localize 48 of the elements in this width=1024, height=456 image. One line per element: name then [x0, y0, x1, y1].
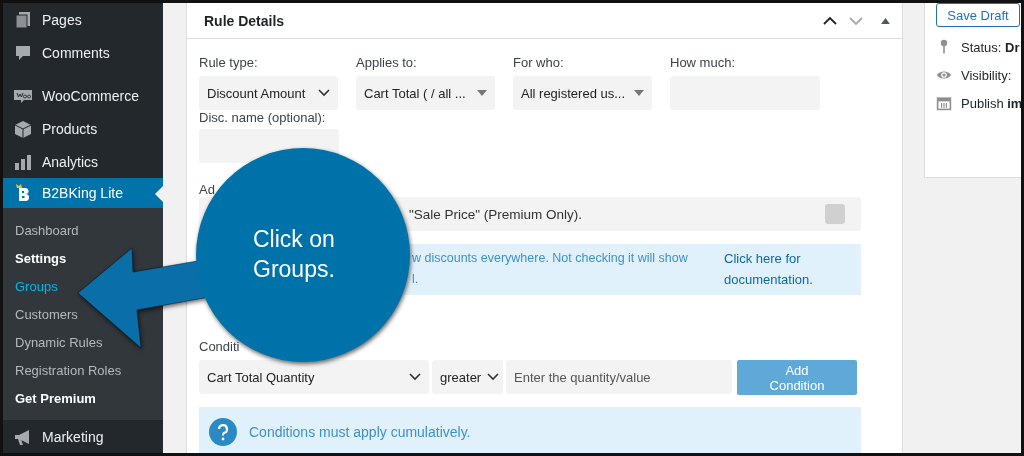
menu-item[interactable]: Marketing	[3, 420, 163, 453]
menu-item[interactable]: Analytics	[3, 145, 163, 178]
info-text: l.	[412, 271, 420, 288]
menu-item[interactable]: B2BKing Lite	[3, 177, 163, 209]
select-field[interactable]: Discount Amount	[199, 76, 338, 110]
chevron-up-icon[interactable]	[823, 15, 837, 26]
input-field[interactable]: Enter the quantity/value	[506, 360, 732, 394]
field-label: Rule type:	[199, 55, 258, 70]
chevron-down-icon	[409, 373, 421, 381]
menu-item[interactable]: WooCommerce	[3, 80, 163, 113]
chevron-down-icon	[487, 373, 500, 381]
submenu-item[interactable]: Dashboard	[3, 217, 163, 246]
callout-text: Click on Groups.	[253, 225, 336, 284]
select-field[interactable]: Cart Total ( / all ...	[356, 76, 495, 110]
menu-item[interactable]: Pages	[3, 4, 163, 37]
submenu-item[interactable]: Dynamic Rules	[3, 329, 163, 358]
status-text: Status: Dr	[961, 39, 1020, 55]
field-label: For who:	[513, 55, 564, 70]
collapse-triangle-icon[interactable]	[881, 17, 890, 24]
select-field[interactable]: All registered us...	[513, 76, 652, 110]
pages-icon	[13, 10, 33, 31]
submenu-item[interactable]: Registration Roles	[3, 357, 163, 386]
info-text: w discounts everywhere. Not checking it will show	[412, 250, 689, 267]
option-text: "Sale Price" (Premium Only).	[409, 206, 583, 222]
submenu-item[interactable]: Get Premium	[3, 385, 163, 414]
field-label: Disc. name (optional):	[199, 110, 326, 125]
menu-item[interactable]: Comments	[3, 36, 163, 70]
field-label: Conditi	[199, 339, 240, 354]
field-label: Applies to:	[356, 55, 417, 70]
panel-title: Rule Details	[204, 12, 285, 29]
calendar-icon	[936, 95, 952, 111]
question-icon	[209, 418, 237, 446]
submenu-item[interactable]: Settings	[3, 245, 163, 274]
save-draft-button[interactable]: Save Draft	[936, 3, 1020, 27]
chevron-down-icon	[318, 89, 330, 97]
field-label: Ad	[199, 182, 215, 197]
select-field[interactable]: greater	[432, 360, 503, 394]
info-text: Conditions must apply cumulatively.	[249, 424, 471, 440]
select-field[interactable]: Cart Total Quantity	[199, 360, 429, 394]
dropdown-triangle-icon	[634, 90, 644, 96]
status-text: Publish im	[961, 95, 1021, 111]
field-label: How much:	[670, 55, 736, 70]
box-icon	[13, 118, 33, 139]
checkbox[interactable]	[825, 204, 845, 224]
dropdown-triangle-icon	[477, 90, 487, 96]
menu-item[interactable]: Products	[3, 112, 163, 146]
status-text: Visibility:	[961, 67, 1012, 83]
documentation-link[interactable]: Click here for documentation.	[724, 248, 834, 295]
